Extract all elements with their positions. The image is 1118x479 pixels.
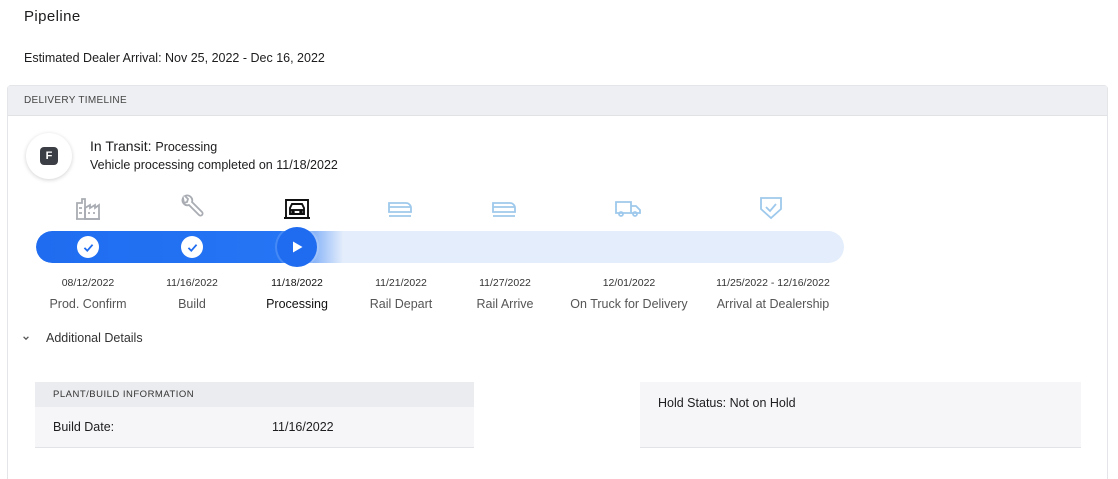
plant-build-header: PLANT/BUILD INFORMATION — [35, 382, 474, 407]
stage-label: Arrival at Dealership — [716, 297, 830, 311]
shield-check-icon — [756, 193, 786, 223]
build-date-label: Build Date: — [53, 420, 115, 434]
plant-build-panel: PLANT/BUILD INFORMATION Build Date: 11/1… — [35, 382, 474, 448]
page-title: Pipeline — [24, 8, 81, 25]
current-stage-play-icon — [277, 227, 317, 267]
vehicle-processing-icon — [282, 193, 312, 223]
estimated-arrival: Estimated Dealer Arrival: Nov 25, 2022 -… — [24, 51, 325, 65]
stage-complete-check — [77, 236, 99, 258]
build-date-value: 11/16/2022 — [272, 420, 334, 434]
additional-details-toggle[interactable]: Additional Details — [20, 331, 143, 345]
stage-date: 12/01/2022 — [602, 277, 656, 289]
factory-icon — [73, 193, 103, 223]
chevron-down-icon — [20, 332, 32, 344]
progress-track — [36, 231, 844, 263]
additional-details-label: Additional Details — [46, 331, 143, 345]
hold-status-panel: Hold Status: Not on Hold — [640, 382, 1081, 448]
stage-complete-check — [181, 236, 203, 258]
rail-depart-icon — [385, 193, 415, 223]
stage-label: On Truck for Delivery — [570, 297, 688, 311]
truck-icon — [613, 193, 643, 223]
delivery-timeline-card: DELIVERY TIMELINE F In Transit: Processi… — [7, 85, 1108, 479]
delivery-timeline: 08/12/2022 11/16/2022 11/18/2022 11/21/2… — [8, 86, 1109, 326]
wrench-icon — [176, 193, 206, 223]
hold-status: Hold Status: Not on Hold — [658, 396, 796, 410]
rail-arrive-icon — [489, 193, 519, 223]
stage-date: 11/25/2022 - 12/16/2022 — [716, 277, 830, 289]
stage-date: 11/27/2022 — [479, 277, 531, 289]
build-date-row: Build Date: 11/16/2022 — [35, 407, 474, 447]
